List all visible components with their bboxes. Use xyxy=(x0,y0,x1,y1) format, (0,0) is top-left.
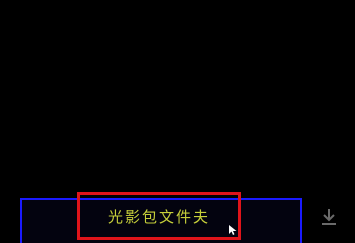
download-button[interactable] xyxy=(314,202,344,232)
download-icon xyxy=(322,209,336,225)
display-area xyxy=(0,0,355,198)
game-screen: 光影包文件夫 xyxy=(0,0,355,243)
highlight-box xyxy=(77,192,241,240)
mouse-cursor-icon xyxy=(229,225,237,235)
